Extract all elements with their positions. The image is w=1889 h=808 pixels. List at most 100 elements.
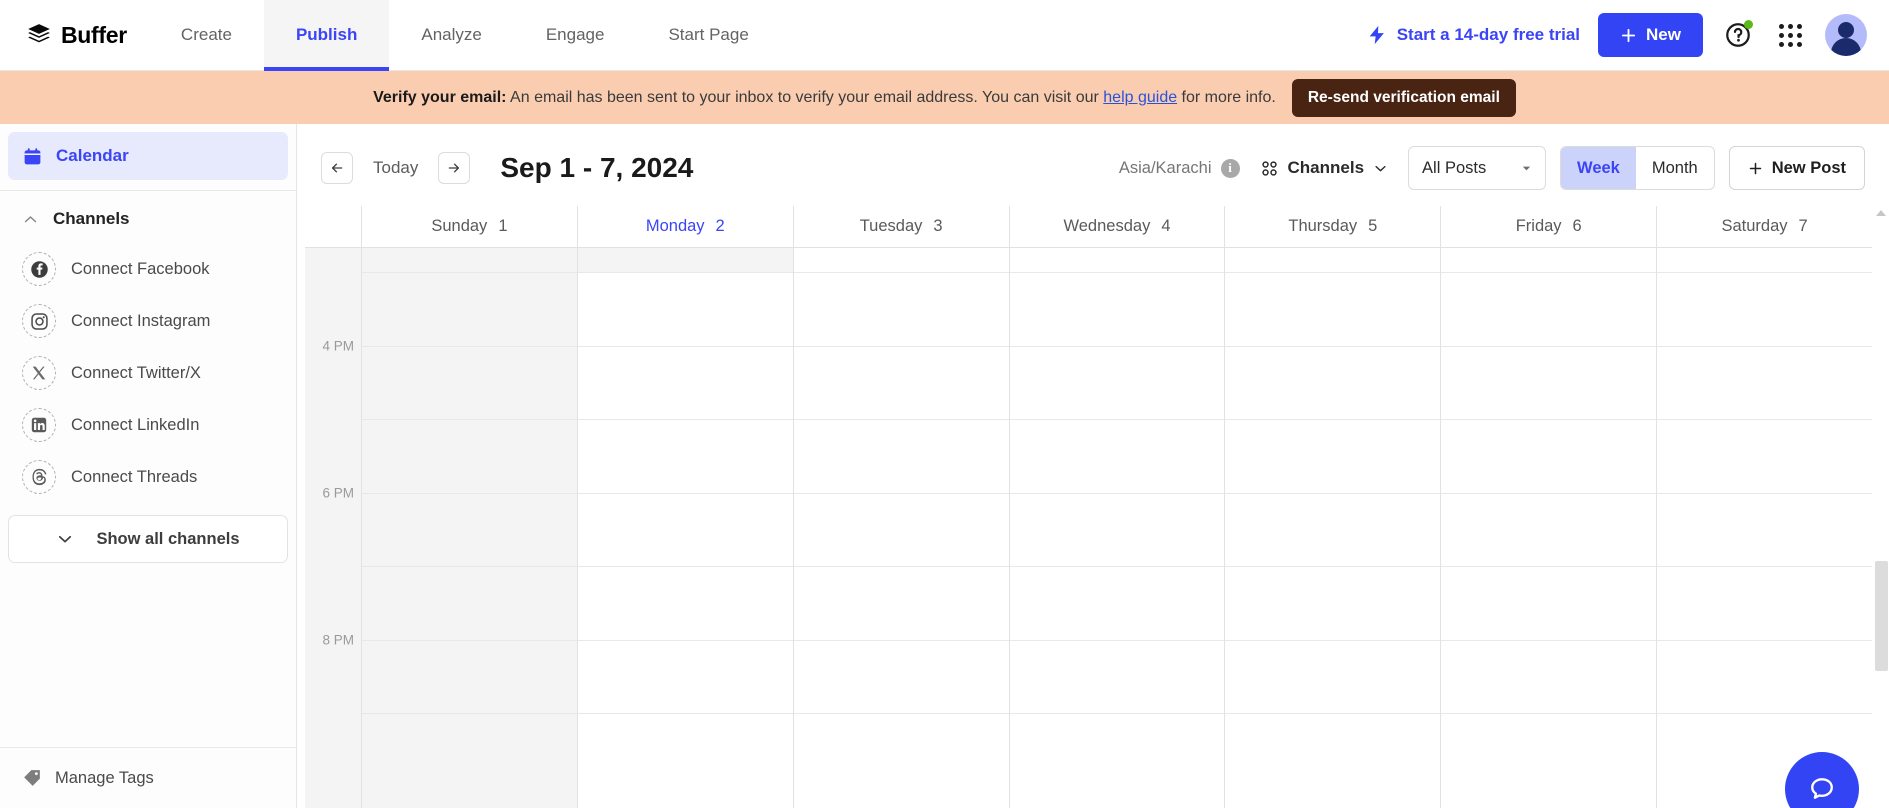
nav-tab-analyze[interactable]: Analyze bbox=[389, 0, 513, 70]
day-header-thursday-num: 5 bbox=[1368, 217, 1377, 236]
calendar-day-columns bbox=[362, 248, 1872, 808]
calendar-container: Sunday 1 Monday 2 Tuesday 3 Wednesday 4 bbox=[297, 206, 1889, 808]
channels-filter-button[interactable]: Channels bbox=[1254, 158, 1395, 178]
chevron-down-icon bbox=[1373, 161, 1388, 176]
nav-tab-publish[interactable]: Publish bbox=[264, 0, 389, 70]
resend-verification-button[interactable]: Re-send verification email bbox=[1292, 79, 1516, 117]
nav-tab-engage[interactable]: Engage bbox=[514, 0, 637, 70]
brand-name: Buffer bbox=[61, 22, 127, 49]
previous-week-button[interactable] bbox=[321, 152, 353, 184]
day-header-wednesday-name: Wednesday bbox=[1063, 217, 1150, 236]
sidebar-channel-twitter-x[interactable]: Connect Twitter/X bbox=[0, 347, 296, 399]
avatar-body bbox=[1831, 38, 1861, 56]
chat-bubble-icon bbox=[1807, 774, 1837, 804]
plus-icon bbox=[1748, 161, 1763, 176]
day-header-friday-name: Friday bbox=[1516, 217, 1562, 236]
sidebar-channel-instagram-label: Connect Instagram bbox=[71, 312, 210, 331]
calendar-toolbar-right: Asia/Karachi i Channels bbox=[1119, 146, 1865, 190]
info-icon[interactable]: i bbox=[1221, 159, 1240, 178]
sidebar-channel-threads-label: Connect Threads bbox=[71, 468, 197, 487]
day-column-monday[interactable] bbox=[578, 248, 794, 808]
day-column-thursday[interactable] bbox=[1225, 248, 1441, 808]
day-column-saturday[interactable] bbox=[1657, 248, 1872, 808]
sidebar-item-calendar[interactable]: Calendar bbox=[8, 132, 288, 180]
facebook-icon bbox=[22, 252, 56, 286]
show-all-channels-label: Show all channels bbox=[96, 530, 239, 549]
view-toggle-week[interactable]: Week bbox=[1561, 147, 1636, 189]
apps-grid-button[interactable] bbox=[1773, 18, 1807, 52]
day-header-tuesday[interactable]: Tuesday 3 bbox=[794, 206, 1010, 247]
day-header-sunday-name: Sunday bbox=[431, 217, 487, 236]
view-toggle-month[interactable]: Month bbox=[1636, 147, 1714, 189]
channels-filter-label: Channels bbox=[1288, 158, 1365, 178]
day-header-friday[interactable]: Friday 6 bbox=[1441, 206, 1657, 247]
sidebar-item-manage-tags[interactable]: Manage Tags bbox=[0, 748, 296, 808]
sidebar-channel-linkedin-label: Connect LinkedIn bbox=[71, 416, 199, 435]
day-header-thursday-name: Thursday bbox=[1288, 217, 1357, 236]
sidebar-channel-instagram[interactable]: Connect Instagram bbox=[0, 295, 296, 347]
scrollbar-thumb[interactable] bbox=[1875, 561, 1888, 671]
apps-grid-icon bbox=[1779, 24, 1802, 47]
nav-tab-start-page[interactable]: Start Page bbox=[636, 0, 780, 70]
lightning-bolt-icon bbox=[1366, 24, 1388, 46]
day-header-sunday-num: 1 bbox=[498, 217, 507, 236]
banner-message-tail: for more info. bbox=[1177, 89, 1276, 106]
sidebar-channels-header-label: Channels bbox=[53, 209, 130, 229]
sidebar-channels-header[interactable]: Channels bbox=[0, 191, 296, 243]
time-label-4pm: 4 PM bbox=[322, 339, 354, 354]
banner-text: Verify your email: An email has been sen… bbox=[373, 89, 1276, 107]
sidebar-item-calendar-label: Calendar bbox=[56, 146, 129, 166]
day-column-tuesday[interactable] bbox=[794, 248, 1010, 808]
next-week-button[interactable] bbox=[438, 152, 470, 184]
day-header-tuesday-name: Tuesday bbox=[860, 217, 923, 236]
help-guide-link[interactable]: help guide bbox=[1103, 89, 1177, 106]
day-header-monday[interactable]: Monday 2 bbox=[578, 206, 794, 247]
post-filter-value: All Posts bbox=[1422, 159, 1486, 178]
day-header-monday-name: Monday bbox=[646, 217, 705, 236]
post-filter-select[interactable]: All Posts bbox=[1408, 146, 1546, 190]
page-body: Calendar Channels Connect Facebook bbox=[0, 124, 1889, 808]
email-verification-banner: Verify your email: An email has been sen… bbox=[0, 71, 1889, 124]
day-column-friday[interactable] bbox=[1441, 248, 1657, 808]
day-header-tuesday-num: 3 bbox=[933, 217, 942, 236]
sidebar-channel-facebook[interactable]: Connect Facebook bbox=[0, 243, 296, 295]
arrow-left-icon bbox=[330, 161, 344, 175]
day-column-wednesday[interactable] bbox=[1010, 248, 1226, 808]
channels-icon bbox=[1260, 159, 1279, 178]
nav-tab-create[interactable]: Create bbox=[149, 0, 264, 70]
banner-message: An email has been sent to your inbox to … bbox=[506, 89, 1103, 106]
sidebar: Calendar Channels Connect Facebook bbox=[0, 124, 297, 808]
day-header-wednesday[interactable]: Wednesday 4 bbox=[1010, 206, 1226, 247]
day-header-sunday[interactable]: Sunday 1 bbox=[362, 206, 578, 247]
show-all-channels-button[interactable]: Show all channels bbox=[8, 515, 288, 563]
tag-icon bbox=[22, 768, 42, 788]
help-button[interactable] bbox=[1721, 18, 1755, 52]
scroll-up-arrow-icon[interactable] bbox=[1876, 210, 1886, 216]
today-button[interactable]: Today bbox=[367, 158, 424, 178]
new-post-button[interactable]: New Post bbox=[1729, 146, 1865, 190]
new-button[interactable]: New bbox=[1598, 13, 1703, 57]
time-label-6pm: 6 PM bbox=[322, 486, 354, 501]
sidebar-bottom: Manage Tags bbox=[0, 747, 296, 808]
chevron-down-icon bbox=[1521, 163, 1532, 174]
calendar-vertical-scrollbar[interactable] bbox=[1872, 206, 1889, 808]
day-header-wednesday-num: 4 bbox=[1161, 217, 1170, 236]
calendar-toolbar: Today Sep 1 - 7, 2024 Asia/Karachi i bbox=[297, 124, 1889, 206]
day-column-sunday[interactable] bbox=[362, 248, 578, 808]
timezone-display: Asia/Karachi i bbox=[1119, 159, 1240, 178]
brand-logo-area[interactable]: Buffer bbox=[0, 0, 149, 70]
plus-icon bbox=[1620, 27, 1637, 44]
day-header-thursday[interactable]: Thursday 5 bbox=[1225, 206, 1441, 247]
day-header-saturday[interactable]: Saturday 7 bbox=[1657, 206, 1872, 247]
sidebar-channel-linkedin[interactable]: Connect LinkedIn bbox=[0, 399, 296, 451]
chevron-up-icon bbox=[22, 211, 39, 228]
time-gutter-header bbox=[305, 206, 362, 247]
avatar-head bbox=[1838, 22, 1854, 38]
calendar-date-range: Sep 1 - 7, 2024 bbox=[500, 152, 693, 184]
view-toggle-group: Week Month bbox=[1560, 146, 1715, 190]
user-avatar[interactable] bbox=[1825, 14, 1867, 56]
start-free-trial-link[interactable]: Start a 14-day free trial bbox=[1366, 24, 1580, 46]
day-header-saturday-name: Saturday bbox=[1721, 217, 1787, 236]
sidebar-channel-threads[interactable]: Connect Threads bbox=[0, 451, 296, 503]
chevron-down-icon bbox=[56, 530, 74, 548]
